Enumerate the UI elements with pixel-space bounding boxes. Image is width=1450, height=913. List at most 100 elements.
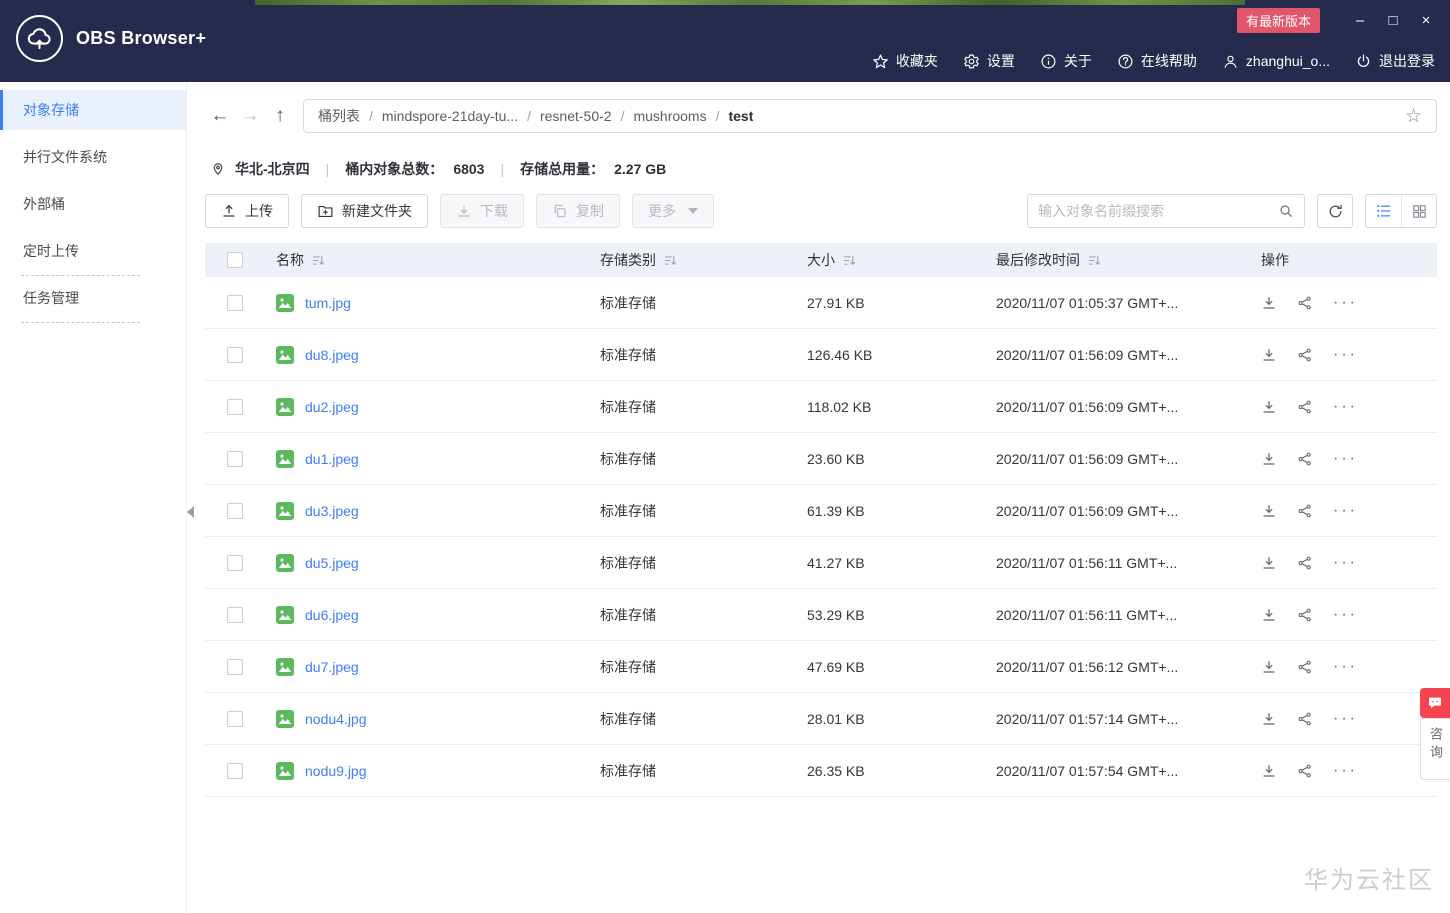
sidebar-item-external-bucket[interactable]: 外部桶	[0, 184, 186, 224]
row-more-actions-icon[interactable]: ···	[1333, 762, 1358, 779]
object-name-link[interactable]: du6.jpeg	[305, 607, 359, 623]
sidebar-item-object-storage[interactable]: 对象存储	[0, 90, 186, 130]
row-download-icon[interactable]	[1261, 711, 1277, 727]
table-row: du6.jpeg 标准存储 53.29 KB 2020/11/07 01:56:…	[205, 589, 1437, 641]
row-download-icon[interactable]	[1261, 451, 1277, 467]
row-share-icon[interactable]	[1297, 711, 1313, 727]
chat-bubble-icon[interactable]	[1420, 688, 1450, 718]
object-name-link[interactable]: du1.jpeg	[305, 451, 359, 467]
row-more-actions-icon[interactable]: ···	[1333, 710, 1358, 727]
grid-view-button[interactable]	[1401, 195, 1436, 227]
row-more-actions-icon[interactable]: ···	[1333, 502, 1358, 519]
row-checkbox[interactable]	[226, 450, 243, 467]
upload-button[interactable]: 上传	[205, 194, 289, 228]
sort-size-icon[interactable]	[843, 254, 856, 267]
row-checkbox[interactable]	[226, 294, 243, 311]
row-more-actions-icon[interactable]: ···	[1333, 606, 1358, 623]
row-share-icon[interactable]	[1297, 763, 1313, 779]
row-download-icon[interactable]	[1261, 503, 1277, 519]
row-more-actions-icon[interactable]: ···	[1333, 346, 1358, 363]
row-checkbox[interactable]	[226, 762, 243, 779]
sidebar-item-task-management[interactable]: 任务管理	[0, 278, 186, 323]
object-name-link[interactable]: du2.jpeg	[305, 399, 359, 415]
forward-arrow-button[interactable]: →	[235, 105, 265, 127]
breadcrumb-folder-2[interactable]: mushrooms	[633, 108, 706, 124]
modified-cell: 2020/11/07 01:56:09 GMT+...	[996, 450, 1179, 467]
copy-button[interactable]: 复制	[536, 194, 620, 228]
upload-icon	[221, 203, 237, 219]
favorites-menu-item[interactable]: 收藏夹	[872, 51, 938, 71]
update-badge[interactable]: 有最新版本	[1236, 8, 1320, 33]
row-share-icon[interactable]	[1297, 659, 1313, 675]
consult-widget[interactable]: 咨询	[1420, 688, 1450, 780]
breadcrumb-bucket[interactable]: mindspore-21day-tu...	[382, 108, 518, 124]
list-view-button[interactable]	[1366, 195, 1401, 227]
more-button[interactable]: 更多	[632, 194, 714, 228]
breadcrumb-folder-1[interactable]: resnet-50-2	[540, 108, 612, 124]
back-arrow-button[interactable]: ←	[205, 105, 235, 127]
maximize-button[interactable]: □	[1385, 12, 1401, 30]
row-checkbox[interactable]	[226, 606, 243, 623]
row-share-icon[interactable]	[1297, 607, 1313, 623]
download-button[interactable]: 下载	[440, 194, 524, 228]
storage-class-cell: 标准存储	[600, 398, 656, 415]
object-name-link[interactable]: du7.jpeg	[305, 659, 359, 675]
new-folder-button[interactable]: 新建文件夹	[301, 194, 428, 228]
sort-name-icon[interactable]	[312, 254, 325, 267]
row-checkbox[interactable]	[226, 398, 243, 415]
row-download-icon[interactable]	[1261, 659, 1277, 675]
row-more-actions-icon[interactable]: ···	[1333, 294, 1358, 311]
consult-label-box[interactable]: 咨询	[1420, 718, 1450, 780]
minimize-button[interactable]: –	[1352, 12, 1368, 30]
row-more-actions-icon[interactable]: ···	[1333, 450, 1358, 467]
sort-modified-icon[interactable]	[1088, 254, 1101, 267]
row-checkbox[interactable]	[226, 710, 243, 727]
row-checkbox[interactable]	[226, 658, 243, 675]
row-share-icon[interactable]	[1297, 451, 1313, 467]
row-checkbox[interactable]	[226, 554, 243, 571]
row-download-icon[interactable]	[1261, 347, 1277, 363]
image-file-icon	[276, 345, 294, 364]
row-more-actions-icon[interactable]: ···	[1333, 398, 1358, 415]
about-menu-item[interactable]: 关于	[1040, 51, 1092, 71]
close-button[interactable]: ×	[1418, 12, 1434, 30]
logout-menu-item[interactable]: 退出登录	[1355, 51, 1435, 71]
online-help-menu-item[interactable]: 在线帮助	[1117, 51, 1197, 71]
row-download-icon[interactable]	[1261, 295, 1277, 311]
object-name-link[interactable]: du5.jpeg	[305, 555, 359, 571]
sidebar-collapse-handle[interactable]	[187, 506, 194, 518]
row-download-icon[interactable]	[1261, 763, 1277, 779]
size-cell: 23.60 KB	[807, 450, 865, 467]
search-input[interactable]	[1038, 203, 1278, 219]
row-share-icon[interactable]	[1297, 555, 1313, 571]
app-title: OBS Browser+	[76, 28, 207, 48]
sidebar-item-parallel-file-system[interactable]: 并行文件系统	[0, 137, 186, 177]
object-name-link[interactable]: du3.jpeg	[305, 503, 359, 519]
refresh-button[interactable]	[1317, 194, 1353, 228]
row-checkbox[interactable]	[226, 346, 243, 363]
row-more-actions-icon[interactable]: ···	[1333, 554, 1358, 571]
row-share-icon[interactable]	[1297, 347, 1313, 363]
top-navigation: 收藏夹 设置 关于 在线帮助 zhanghui_o... 退出登录	[872, 51, 1435, 71]
row-download-icon[interactable]	[1261, 607, 1277, 623]
object-name-link[interactable]: du8.jpeg	[305, 347, 359, 363]
object-name-link[interactable]: tum.jpg	[305, 295, 351, 311]
row-download-icon[interactable]	[1261, 399, 1277, 415]
row-share-icon[interactable]	[1297, 399, 1313, 415]
row-checkbox[interactable]	[226, 502, 243, 519]
sort-storage-class-icon[interactable]	[664, 254, 677, 267]
account-menu-item[interactable]: zhanghui_o...	[1222, 53, 1330, 70]
object-name-link[interactable]: nodu9.jpg	[305, 763, 367, 779]
favorite-star-icon[interactable]: ☆	[1405, 107, 1422, 126]
sidebar-item-scheduled-upload[interactable]: 定时上传	[0, 231, 186, 276]
row-download-icon[interactable]	[1261, 555, 1277, 571]
breadcrumb-bucket-list[interactable]: 桶列表	[318, 106, 360, 126]
row-share-icon[interactable]	[1297, 503, 1313, 519]
object-name-link[interactable]: nodu4.jpg	[305, 711, 367, 727]
settings-menu-item[interactable]: 设置	[963, 51, 1015, 71]
up-arrow-button[interactable]: ↑	[265, 105, 295, 127]
search-icon[interactable]	[1278, 203, 1294, 219]
row-more-actions-icon[interactable]: ···	[1333, 658, 1358, 675]
select-all-checkbox[interactable]	[226, 252, 243, 268]
row-share-icon[interactable]	[1297, 295, 1313, 311]
